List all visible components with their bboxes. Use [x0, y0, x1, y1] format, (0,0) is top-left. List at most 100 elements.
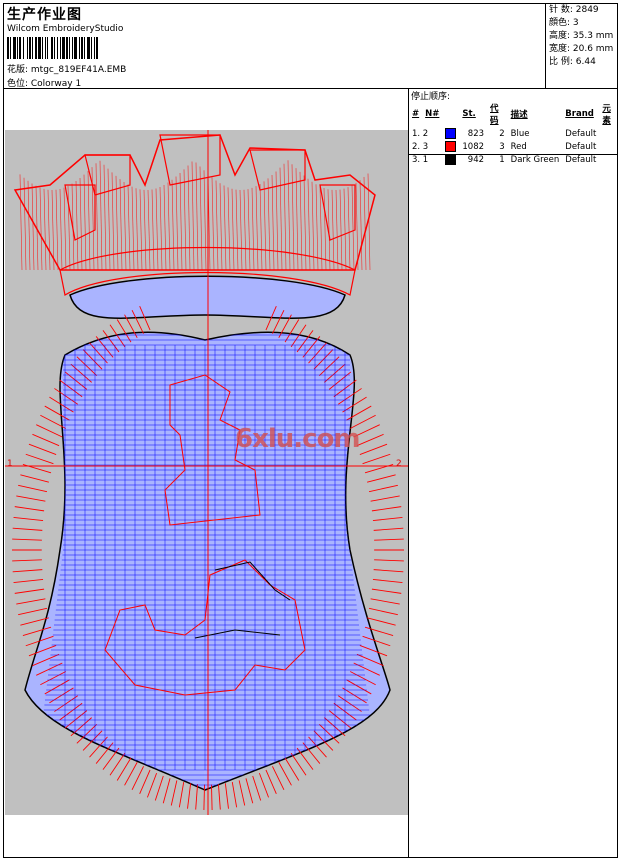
border-stitch — [370, 495, 400, 502]
crown-stitch — [67, 185, 71, 271]
crown-stitch — [31, 183, 35, 271]
border-stitch — [139, 769, 151, 794]
crown-stitch — [135, 188, 139, 271]
border-stitch — [217, 784, 221, 810]
crown-stitch — [211, 177, 215, 271]
table-header-row: # N# St. 代码 描述 Brand 元素 — [409, 101, 620, 127]
border-stitch — [178, 782, 185, 808]
border-stitch — [154, 775, 164, 801]
row-index: 2. 3 — [412, 141, 429, 152]
crown-stitch — [195, 162, 199, 271]
crown-stitch — [115, 175, 119, 271]
crown-stitch — [159, 186, 163, 271]
crown-outline — [13, 134, 376, 271]
crown-stitch — [63, 187, 67, 271]
col-swatch — [442, 101, 459, 127]
border-stitch — [368, 484, 398, 493]
row-brand: Default — [565, 141, 597, 152]
info-scale: 比 例: 6.44 — [549, 57, 596, 67]
border-stitch — [170, 780, 178, 806]
border-stitch — [13, 578, 44, 584]
border-stitch — [359, 443, 388, 456]
border-stitch — [231, 782, 238, 808]
border-stitch — [371, 506, 402, 512]
color-swatch — [442, 127, 459, 140]
row-element — [599, 140, 620, 153]
crown-stitch — [147, 189, 151, 271]
crown-stitch — [123, 182, 127, 271]
border-stitch — [12, 538, 42, 541]
crown-stitch — [75, 180, 79, 271]
crown-stitch — [191, 161, 195, 271]
info-divider — [545, 3, 546, 89]
row-description: Red — [510, 141, 527, 152]
row-index: 3. 1 — [412, 154, 429, 165]
crown-stitch — [283, 163, 287, 271]
border-stitch — [371, 588, 402, 594]
border-stitch — [36, 424, 63, 438]
crown-stitch — [339, 189, 343, 271]
border-stitch — [238, 780, 246, 806]
crown-stitch — [203, 170, 207, 271]
border-stitch — [131, 766, 144, 790]
battlement — [249, 149, 306, 191]
border-stitch — [12, 569, 43, 573]
crown-stitch — [199, 166, 203, 271]
border-stitch — [25, 453, 54, 465]
watermark: 6xlu.com — [235, 424, 361, 454]
border-stitch — [368, 607, 398, 616]
border-stitch — [224, 783, 229, 809]
crown-stitch — [23, 177, 27, 271]
crown-stitch — [347, 187, 351, 271]
crown-stitch — [295, 168, 299, 271]
design-file-label: 花版: mtgc_819EF41A.EMB — [7, 65, 127, 75]
row-brand: Default — [565, 128, 597, 139]
crown-stitch — [255, 186, 259, 271]
border-stitch — [265, 769, 277, 794]
header-divider — [3, 88, 618, 89]
stitch-drawing — [5, 130, 408, 815]
border-stitch — [13, 516, 44, 522]
crown-stitch — [279, 167, 283, 271]
crown-stitch — [223, 185, 227, 271]
crown-stitch — [111, 172, 115, 271]
crown-stitch — [355, 182, 359, 271]
row-code: 3 — [499, 141, 505, 152]
software-name: Wilcom EmbroideryStudio — [7, 24, 124, 34]
row-stitches: 942 — [467, 154, 485, 165]
crown-stitch — [215, 180, 219, 271]
border-stitch — [187, 783, 192, 809]
crown-battlements — [13, 134, 376, 271]
border-stitch — [252, 775, 262, 801]
colorway-label: 色位: Colorway 1 — [7, 79, 82, 89]
border-stitch — [367, 474, 396, 483]
row-description: Blue — [510, 128, 530, 139]
crown-stitch — [39, 187, 43, 271]
crown-stitch — [251, 187, 255, 271]
table-row: 2. 3 1082 3 Red Default — [409, 140, 620, 153]
crown-stitch — [267, 178, 271, 271]
border-stitch — [373, 527, 404, 531]
border-stitch — [373, 569, 404, 573]
crown-stitch — [59, 188, 63, 271]
crown-stitch — [235, 189, 239, 271]
crown-stitch — [99, 160, 103, 271]
crown-stitch — [47, 189, 51, 271]
border-stitch — [211, 784, 213, 811]
crown-stitch — [171, 179, 175, 271]
row-code: 1 — [499, 154, 505, 165]
crown-stitch — [343, 188, 347, 271]
crown-stitch — [27, 180, 31, 271]
col-index: # — [412, 109, 420, 119]
border-stitch — [272, 766, 285, 790]
crown-stitch — [183, 169, 187, 271]
border-stitch — [16, 495, 46, 502]
info-colors: 顔色: 3 — [549, 18, 579, 28]
crown-stitch — [291, 164, 295, 271]
info-height: 高度: 35.3 mm — [549, 31, 614, 41]
border-stitch — [20, 474, 49, 483]
row-brand: Default — [565, 154, 597, 165]
crown-stitch — [219, 183, 223, 271]
border-stitch — [32, 433, 60, 447]
battlement — [84, 154, 131, 196]
